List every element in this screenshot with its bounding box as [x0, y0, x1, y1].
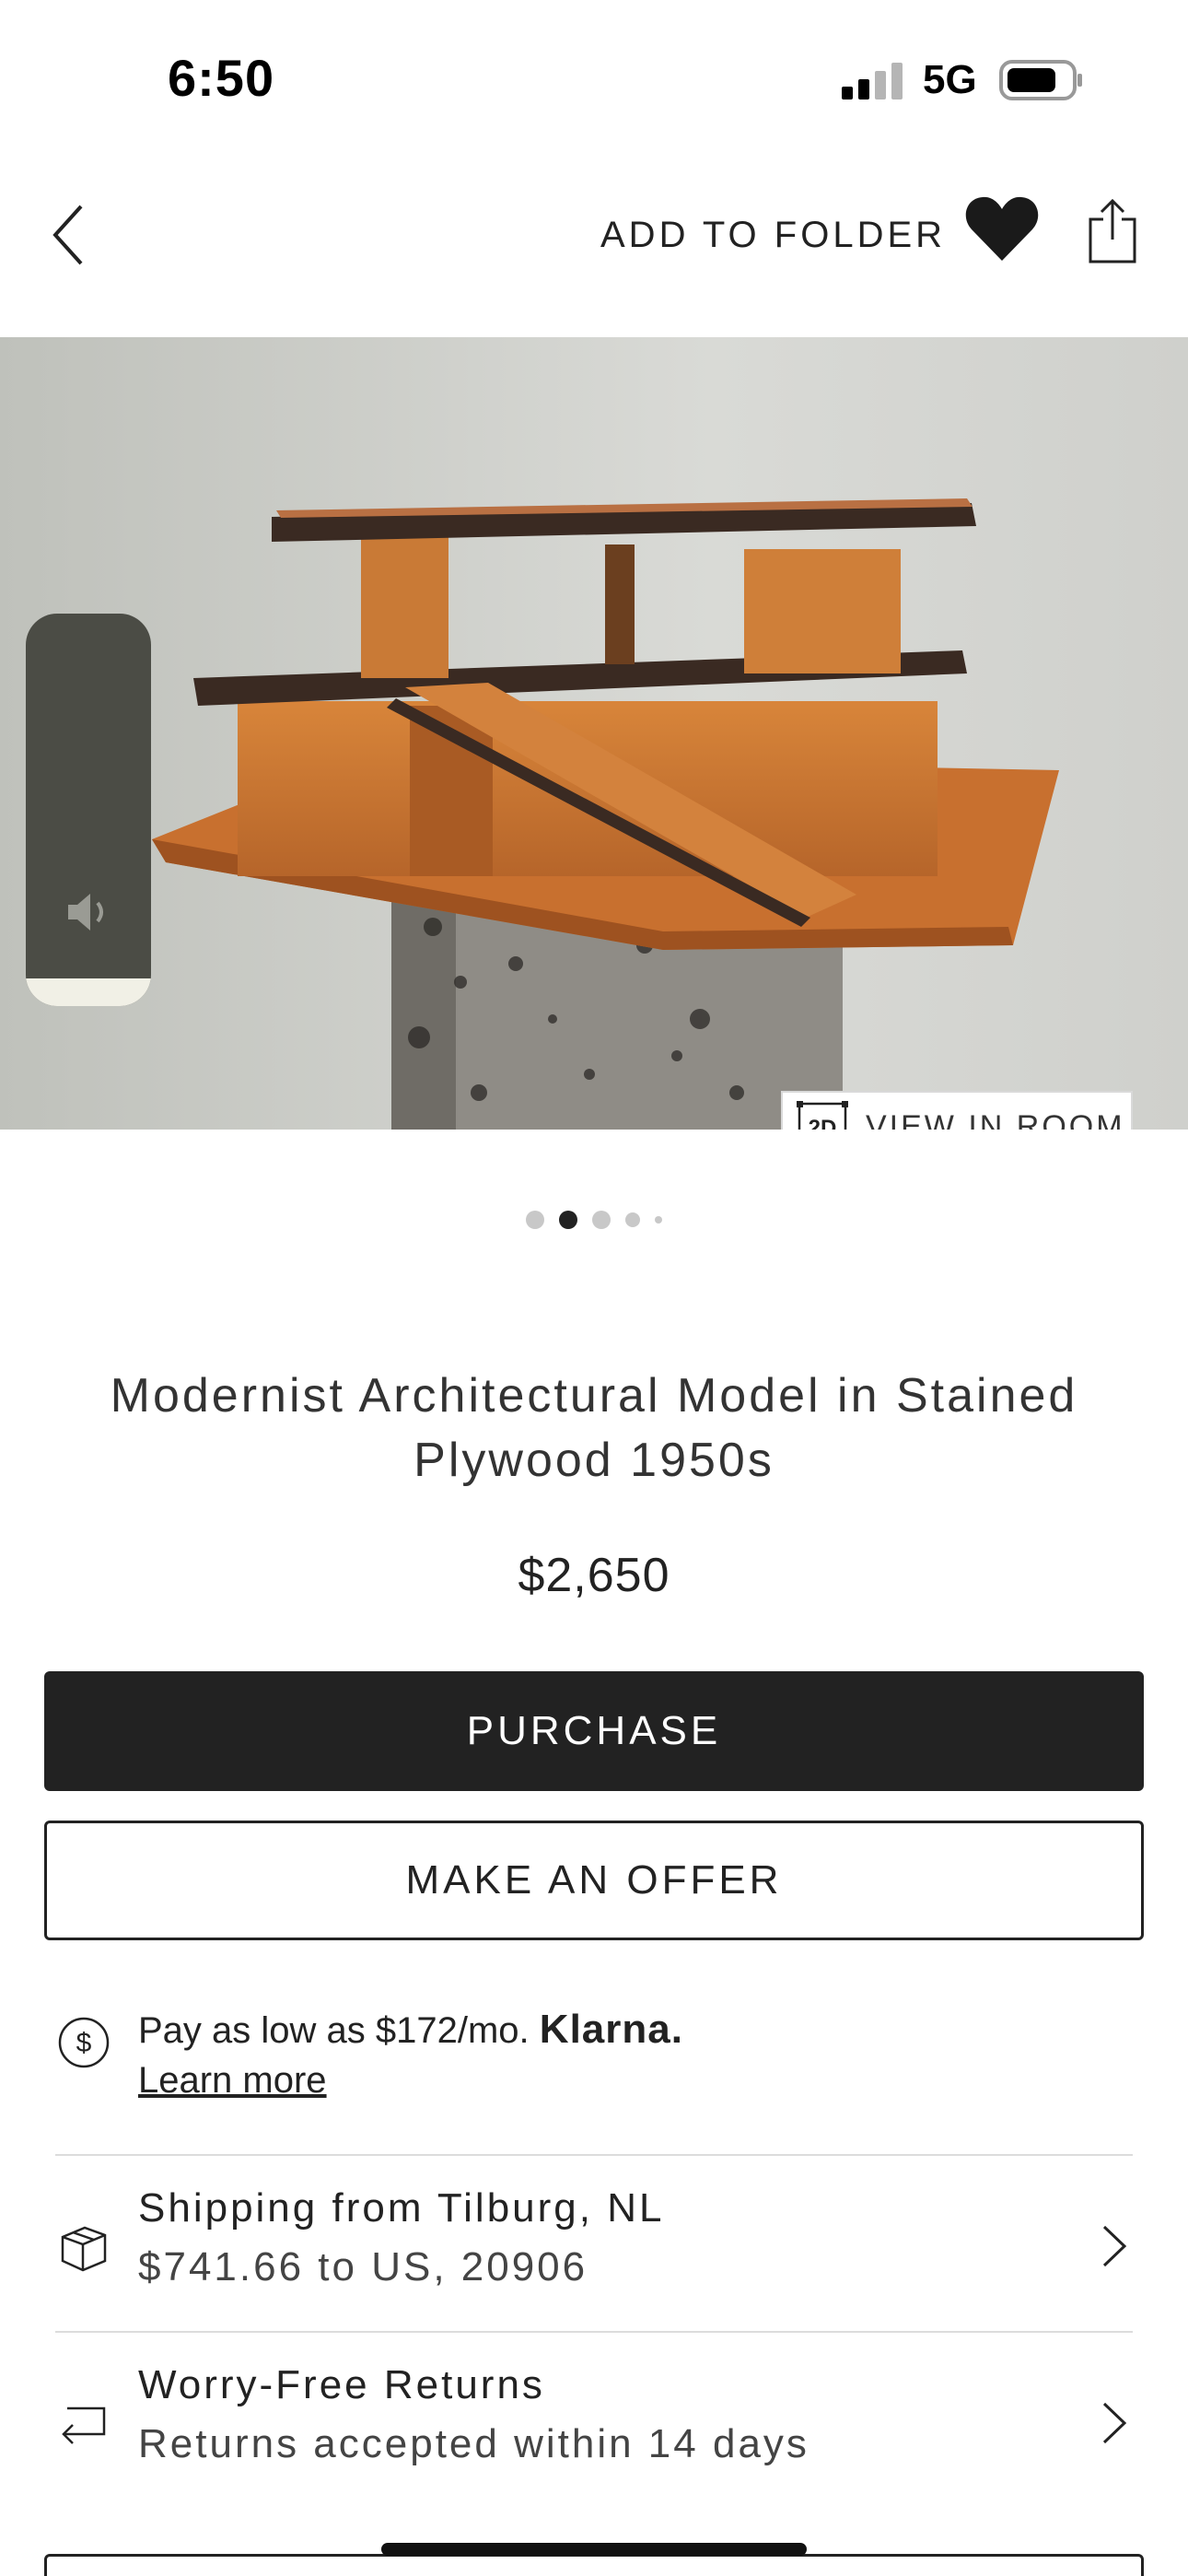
- architectural-model-photo: [0, 337, 1188, 1130]
- product-image[interactable]: 2D VIEW IN ROOM: [0, 337, 1188, 1130]
- view-in-room-button[interactable]: 2D VIEW IN ROOM: [781, 1091, 1133, 1130]
- carousel-dots[interactable]: [0, 1209, 1188, 1231]
- carousel-dot[interactable]: [559, 1211, 577, 1229]
- chevron-right-icon: [1096, 2395, 1133, 2451]
- product-title: Modernist Architectural Model in Stained…: [110, 1369, 1078, 1487]
- volume-hud[interactable]: [26, 614, 151, 1006]
- share-icon: [1089, 198, 1136, 263]
- return-arrow-icon: [55, 2395, 112, 2453]
- corner-frame-icon: 2D: [797, 1101, 848, 1130]
- svg-text:$: $: [76, 2028, 92, 2058]
- volume-level-fill: [26, 978, 151, 1006]
- make-offer-button[interactable]: MAKE AN OFFER: [44, 1821, 1144, 1940]
- status-bar: 6:50 5G: [0, 0, 1188, 157]
- returns-text: Worry-Free Returns Returns accepted with…: [138, 2362, 809, 2467]
- view-in-room-label: VIEW IN ROOM: [866, 1108, 1125, 1130]
- returns-title: Worry-Free Returns: [138, 2362, 545, 2407]
- financing-text-block: Pay as low as $172/mo. Klarna. Learn mor…: [138, 2007, 683, 2102]
- favorite-button[interactable]: [962, 189, 1042, 268]
- carousel-dot[interactable]: [592, 1211, 611, 1229]
- carousel-dot[interactable]: [655, 1216, 662, 1224]
- package-box-icon: [55, 2219, 112, 2276]
- product-price: $2,650: [518, 1549, 670, 1602]
- dollar-circle-icon: $: [55, 2014, 112, 2071]
- status-time: 6:50: [168, 49, 275, 107]
- product-detail-page: 6:50 5G ADD TO FOLDER 2D VIEW IN ROOM Mo…: [0, 0, 1188, 2576]
- share-button[interactable]: [1083, 192, 1142, 269]
- cellular-signal-icon: [842, 63, 903, 100]
- carousel-dot[interactable]: [625, 1212, 640, 1227]
- carousel-dot[interactable]: [526, 1211, 544, 1229]
- divider: [55, 2331, 1133, 2333]
- network-type: 5G: [923, 57, 977, 102]
- add-to-folder-button[interactable]: ADD TO FOLDER: [600, 203, 946, 267]
- top-navigation: ADD TO FOLDER: [0, 175, 1188, 295]
- chevron-right-icon: [1096, 2219, 1133, 2274]
- home-indicator[interactable]: [381, 2543, 807, 2556]
- shipping-text: Shipping from Tilburg, NL $741.66 to US,…: [138, 2185, 664, 2290]
- financing-row: $ Pay as low as $172/mo. Klarna. Learn m…: [55, 2007, 1133, 2108]
- financing-line: Pay as low as $172/mo. Klarna.: [138, 2007, 683, 2053]
- battery-icon: [999, 60, 1082, 100]
- shipping-subtitle: $741.66 to US, 20906: [138, 2244, 588, 2289]
- heart-filled-icon: [965, 196, 1039, 261]
- 2d-badge-icon: 2D: [796, 1100, 849, 1130]
- speaker-icon: [68, 894, 103, 931]
- shipping-row[interactable]: Shipping from Tilburg, NL $741.66 to US,…: [55, 2185, 1133, 2305]
- learn-more-link[interactable]: Learn more: [138, 2060, 683, 2102]
- next-section-box[interactable]: [44, 2554, 1144, 2576]
- klarna-logo: Klarna.: [539, 2007, 683, 2052]
- back-button[interactable]: [41, 193, 96, 276]
- chevron-left-icon: [52, 205, 83, 265]
- returns-subtitle: Returns accepted within 14 days: [138, 2421, 809, 2466]
- purchase-button[interactable]: PURCHASE: [44, 1671, 1144, 1791]
- financing-text: Pay as low as $172/mo.: [138, 2010, 530, 2051]
- shipping-title: Shipping from Tilburg, NL: [138, 2185, 665, 2231]
- divider: [55, 2154, 1133, 2156]
- 2d-badge-text: 2D: [809, 1116, 837, 1130]
- returns-row[interactable]: Worry-Free Returns Returns accepted with…: [55, 2362, 1133, 2482]
